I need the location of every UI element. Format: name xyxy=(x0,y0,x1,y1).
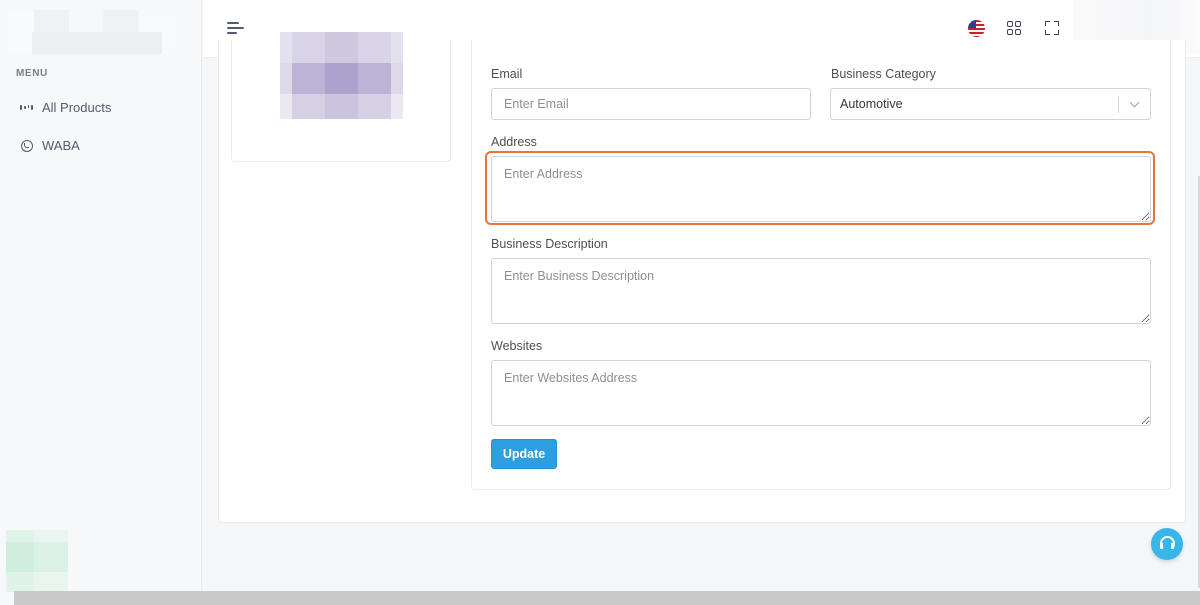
sidebar: MENU All Products WABA xyxy=(0,0,202,605)
menu-toggle-icon[interactable] xyxy=(227,21,245,35)
websites-input[interactable] xyxy=(491,360,1151,426)
sidebar-item-all-products[interactable]: All Products xyxy=(20,100,111,115)
sidebar-item-label: All Products xyxy=(42,100,112,115)
address-input[interactable] xyxy=(491,156,1151,222)
us-flag-icon[interactable] xyxy=(968,20,985,37)
support-headset-icon[interactable] xyxy=(1151,528,1183,560)
avatar xyxy=(280,32,403,119)
business-category-select[interactable]: Automotive xyxy=(830,88,1151,120)
business-description-input[interactable] xyxy=(491,258,1151,324)
business-category-value: Automotive xyxy=(840,97,903,111)
fullscreen-icon[interactable] xyxy=(1045,21,1059,35)
sidebar-item-label: WABA xyxy=(42,138,80,153)
menu-title: MENU xyxy=(16,68,48,79)
sidebar-item-waba[interactable]: WABA xyxy=(20,138,80,153)
horizontal-scrollbar[interactable] xyxy=(14,591,1200,605)
select-separator xyxy=(1118,96,1119,113)
update-button[interactable]: Update xyxy=(491,439,557,469)
email-input[interactable] xyxy=(491,88,811,120)
address-label: Address xyxy=(491,135,537,149)
websites-label: Websites xyxy=(491,339,543,353)
grid-icon xyxy=(20,101,33,114)
chevron-down-icon xyxy=(1129,97,1140,108)
business-description-label: Business Description xyxy=(491,237,608,251)
apps-grid-icon[interactable] xyxy=(1007,21,1021,35)
business-category-label: Business Category xyxy=(831,67,936,81)
email-label: Email xyxy=(491,67,523,81)
whatsapp-icon xyxy=(20,139,33,152)
sidebar-bottom-widget xyxy=(6,530,68,592)
logo[interactable] xyxy=(8,10,182,54)
